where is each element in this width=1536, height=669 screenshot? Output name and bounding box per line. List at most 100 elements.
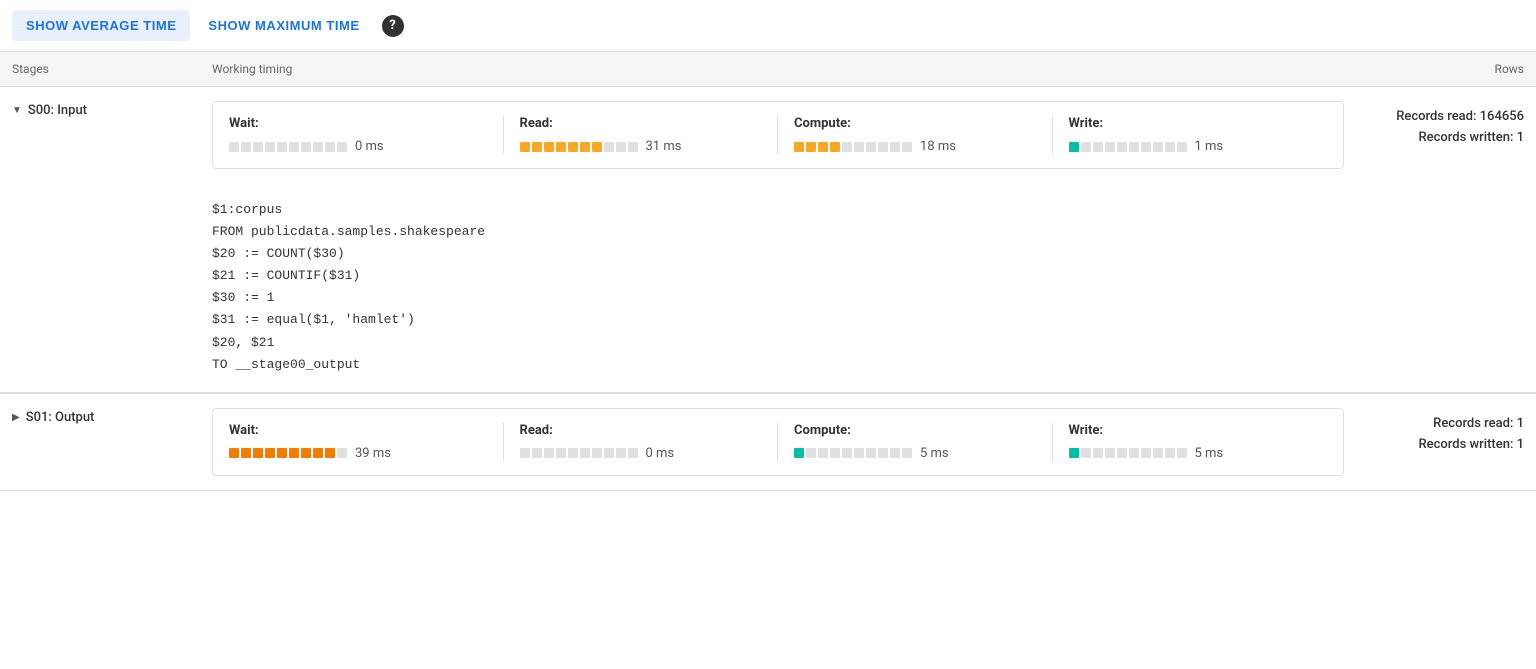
bar-seg [265,142,275,152]
bar-seg [878,448,888,458]
timing-s00-compute-label: Compute: [794,116,1036,131]
bar-seg [1129,142,1139,152]
bar-seg [229,448,239,458]
bar-seg [604,142,614,152]
bar-seg [604,448,614,458]
bar-seg [532,448,542,458]
bar-seg [265,448,275,458]
stage-s01-header: ▶ S01: Output Wait: [0,394,1536,490]
bar-seg [1105,142,1115,152]
help-icon[interactable]: ? [382,15,404,37]
timing-s01-compute-bar-row: 5 ms [794,446,1036,461]
bar-seg [1165,448,1175,458]
code-line-1: $1:corpus [212,199,1524,221]
timing-s00-read-bar [520,142,638,152]
stage-s00-arrow: ▼ [12,105,22,116]
timing-s00-compute-bar [794,142,912,152]
show-average-time-button[interactable]: SHOW AVERAGE TIME [12,10,190,41]
timing-s01-read: Read: [504,423,779,461]
stage-s00-timing-grid: Wait: [229,116,1327,154]
stage-s01-rows: Records read: 1 Records written: 1 [1344,408,1524,456]
bar-seg [289,448,299,458]
stage-s01-timing-grid: Wait: [229,423,1327,461]
bar-seg [1141,142,1151,152]
bar-seg [1141,448,1151,458]
bar-seg [1153,448,1163,458]
bar-seg [592,448,602,458]
stage-s00-records-written: Records written: 1 [1344,128,1524,149]
timing-s01-write-label: Write: [1069,423,1328,438]
timing-s00-write-bar-row: 1 ms [1069,139,1328,154]
bar-seg [544,448,554,458]
toolbar: SHOW AVERAGE TIME SHOW MAXIMUM TIME ? [0,0,1536,52]
stage-s01-records-read: Records read: 1 [1344,414,1524,435]
bar-seg [806,142,816,152]
timing-s00-wait: Wait: [229,116,504,154]
stage-s01-label[interactable]: ▶ S01: Output [12,408,212,425]
bar-seg [277,142,287,152]
timing-s01-compute-label: Compute: [794,423,1036,438]
bar-seg [866,142,876,152]
bar-seg [301,448,311,458]
bar-seg [556,142,566,152]
stage-s00-label[interactable]: ▼ S00: Input [12,101,212,118]
bar-seg [1093,142,1103,152]
timing-s00-read: Read: [504,116,779,154]
bar-seg [337,448,347,458]
col-header-stages: Stages [12,62,212,76]
bar-seg [520,448,530,458]
timing-s01-compute-value: 5 ms [920,446,949,461]
bar-seg [580,142,590,152]
timing-s00-read-value: 31 ms [646,139,682,154]
stage-s00-records-read: Records read: 164656 [1344,107,1524,128]
code-line-5: $30 := 1 [212,287,1524,309]
bar-seg [1153,142,1163,152]
timing-s01-read-label: Read: [520,423,762,438]
timing-s01-wait-bar-row: 39 ms [229,446,487,461]
bar-seg [592,142,602,152]
timing-s00-wait-value: 0 ms [355,139,384,154]
bar-seg [337,142,347,152]
bar-seg [616,448,626,458]
bar-seg [325,448,335,458]
stage-s00-section: ▼ S00: Input Wait: [0,87,1536,394]
bar-seg [532,142,542,152]
timing-s01-compute: Compute: [778,423,1053,461]
bar-seg [1117,142,1127,152]
stage-s01-arrow: ▶ [12,412,20,423]
bar-seg [806,448,816,458]
bar-seg [253,142,263,152]
bar-seg [1165,142,1175,152]
code-line-3: $20 := COUNT($30) [212,243,1524,265]
bar-seg [818,142,828,152]
bar-seg [301,142,311,152]
timing-s01-write-bar-row: 5 ms [1069,446,1328,461]
show-maximum-time-button[interactable]: SHOW MAXIMUM TIME [194,10,373,41]
bar-seg [277,448,287,458]
timing-s01-wait-label: Wait: [229,423,487,438]
bar-seg [866,448,876,458]
bar-seg [568,142,578,152]
timing-s01-write-value: 5 ms [1195,446,1224,461]
bar-seg [1081,448,1091,458]
code-line-7: $20, $21 [212,332,1524,354]
timing-s00-compute-bar-row: 18 ms [794,139,1036,154]
bar-seg [568,448,578,458]
bar-seg [313,448,323,458]
bar-seg [902,142,912,152]
stage-s01-timing-box: Wait: [212,408,1344,476]
timing-s00-wait-bar [229,142,347,152]
bar-seg [830,142,840,152]
stage-s01-records-written: Records written: 1 [1344,435,1524,456]
bar-seg [289,142,299,152]
bar-seg [1177,448,1187,458]
timing-s00-compute-value: 18 ms [920,139,956,154]
bar-seg [313,142,323,152]
bar-seg [628,448,638,458]
code-line-8: TO __stage00_output [212,354,1524,376]
bar-seg [1129,448,1139,458]
timing-s01-compute-bar [794,448,912,458]
stage-s01-name: S01: Output [26,410,95,425]
bar-seg [241,448,251,458]
bar-seg [794,142,804,152]
